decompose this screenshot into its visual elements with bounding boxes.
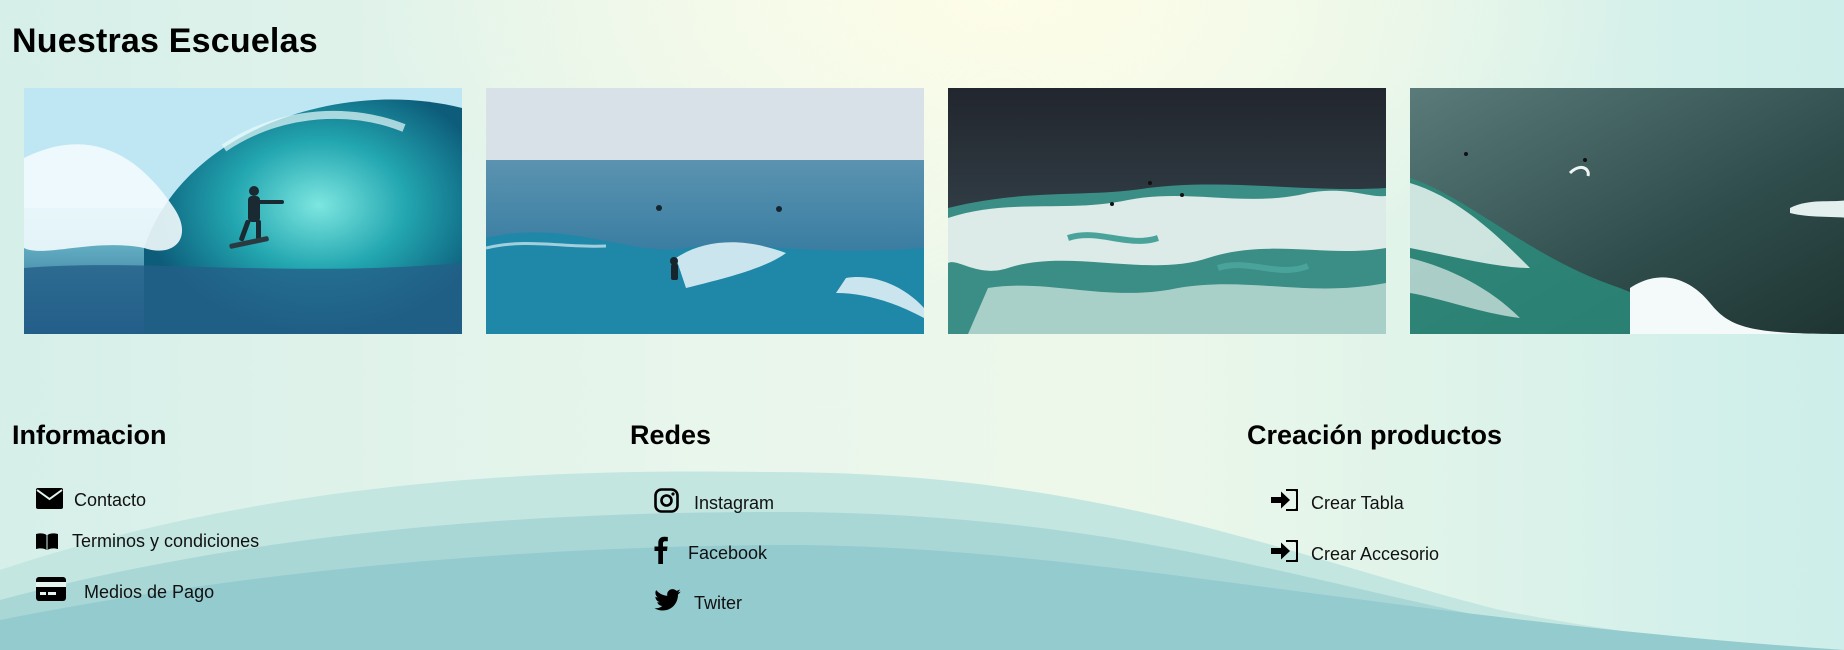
footer-redes-links: Instagram Facebook Twiter [654, 485, 774, 615]
terminos-label: Terminos y condiciones [72, 530, 260, 551]
terminos-link[interactable]: Terminos y condiciones [36, 528, 259, 554]
schools-gallery [24, 88, 1844, 334]
aerial-surfer-photo[interactable] [486, 88, 924, 334]
contacto-label: Contacto [74, 489, 147, 510]
medios-pago-link[interactable]: Medios de Pago [36, 576, 259, 602]
aerial-whitewater-photo[interactable] [948, 88, 1386, 334]
footer-info-links: Contacto Terminos y condiciones Medios d… [36, 485, 259, 602]
footer-creacion-links: Crear Tabla Crear Accesorio [1271, 485, 1502, 566]
instagram-icon [654, 487, 684, 513]
facebook-label: Facebook [688, 542, 768, 563]
twitter-link[interactable]: Twiter [654, 585, 774, 615]
footer-redes-section: Redes Instagram Facebook Twiter [630, 420, 774, 615]
footer-creacion-section: Creación productos Crear Tabla Crear Acc… [1247, 420, 1502, 566]
aerial-ocean-wave-photo[interactable] [1410, 88, 1844, 334]
footer-creacion-title: Creación productos [1247, 420, 1503, 450]
sign-in-icon [1271, 538, 1301, 564]
credit-card-icon [36, 576, 66, 602]
twitter-label: Twiter [694, 592, 743, 613]
sign-in-icon [1271, 487, 1301, 513]
facebook-icon [654, 536, 678, 564]
facebook-link[interactable]: Facebook [654, 535, 774, 565]
book-icon [36, 528, 66, 554]
footer-info-section: Informacion Contacto Terminos y condicio… [12, 420, 259, 602]
instagram-link[interactable]: Instagram [654, 485, 774, 515]
instagram-label: Instagram [694, 492, 775, 513]
footer-redes-title: Redes [630, 420, 712, 450]
crear-accesorio-label: Crear Accesorio [1311, 543, 1440, 564]
twitter-icon [654, 587, 684, 613]
medios-pago-label: Medios de Pago [84, 581, 215, 602]
schools-title: Nuestras Escuelas [12, 22, 318, 60]
crear-accesorio-link[interactable]: Crear Accesorio [1271, 536, 1502, 566]
crear-tabla-label: Crear Tabla [1311, 492, 1404, 513]
surfer-in-wave-tube-photo[interactable] [24, 88, 462, 334]
crear-tabla-link[interactable]: Crear Tabla [1271, 485, 1502, 515]
footer-info-title: Informacion [12, 420, 167, 450]
envelope-icon [36, 485, 66, 511]
contacto-link[interactable]: Contacto [36, 485, 259, 511]
